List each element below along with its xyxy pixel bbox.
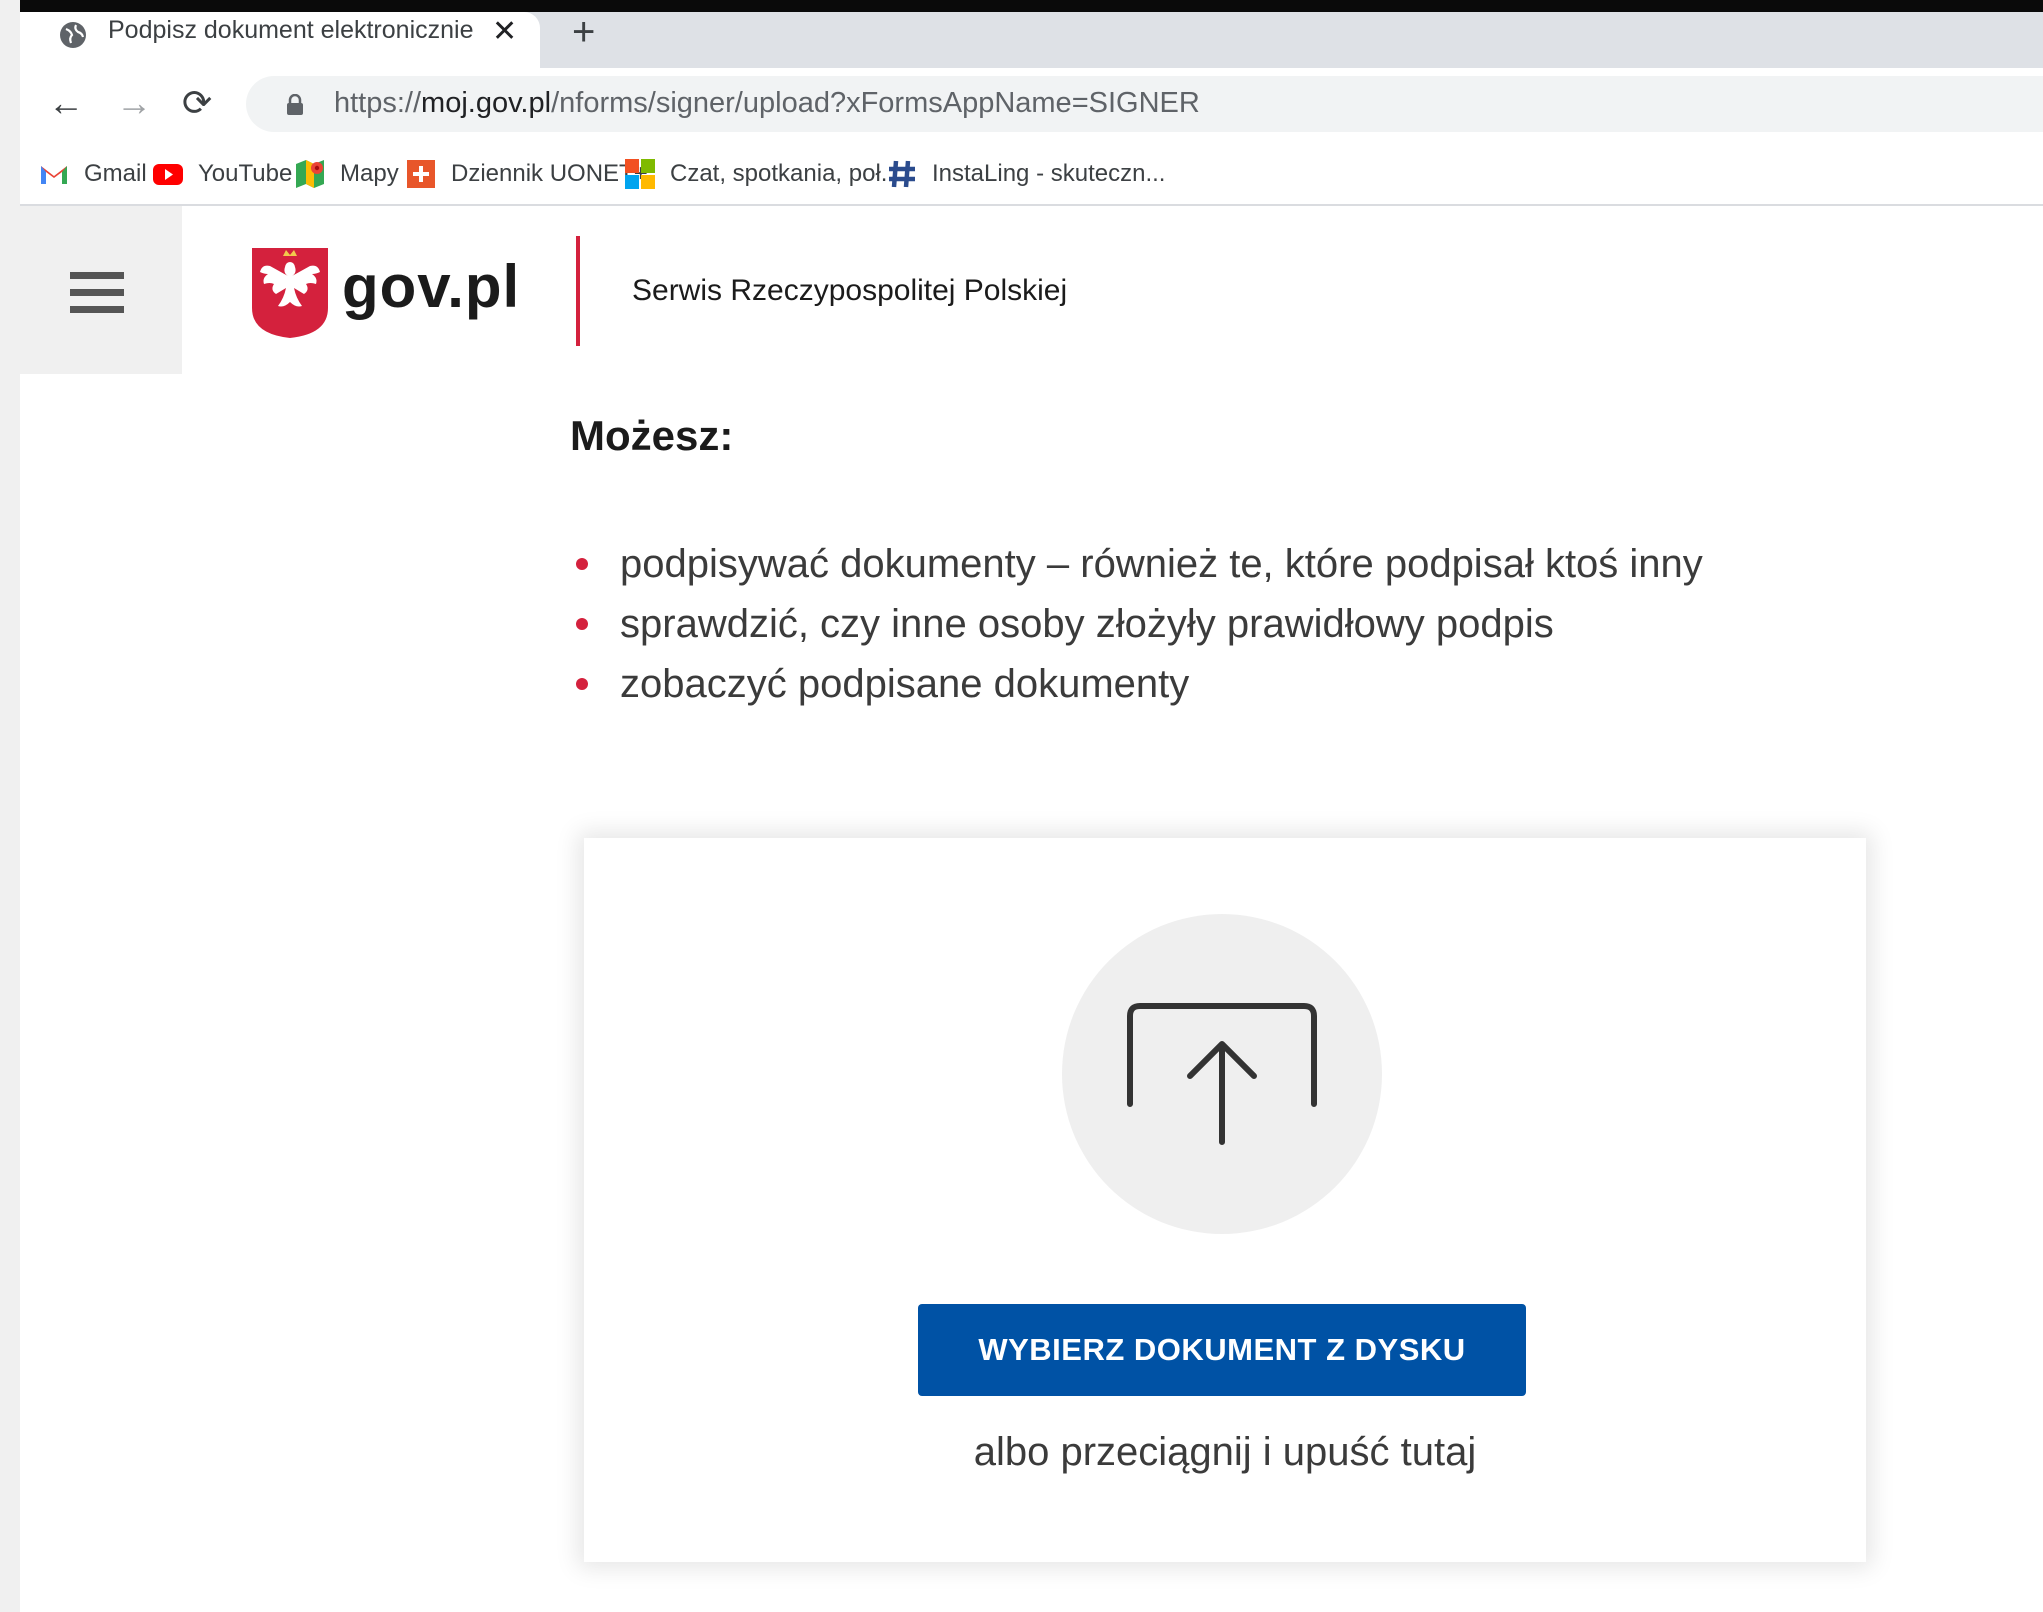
- reload-button[interactable]: ⟳: [182, 82, 212, 124]
- url-scheme: https://: [334, 87, 422, 119]
- choose-document-button[interactable]: WYBIERZ DOKUMENT Z DYSKU: [918, 1304, 1526, 1396]
- site-header: gov.pl Serwis Rzeczypospolitej Polskiej: [20, 206, 2043, 376]
- bookmark-label: YouTube: [198, 160, 293, 187]
- bullet-icon: [576, 678, 588, 690]
- gmail-icon: [41, 166, 67, 184]
- tab-title: Podpisz dokument elektronicznie: [108, 16, 474, 44]
- bullet-icon: [576, 558, 588, 570]
- bookmark-gmail[interactable]: Gmail: [38, 156, 147, 192]
- bookmark-instaling[interactable]: InstaLing - skuteczn...: [886, 156, 1165, 192]
- globe-icon: [60, 22, 86, 48]
- bookmark-label: Dziennik UONET+: [451, 160, 648, 187]
- bookmark-youtube[interactable]: YouTube: [152, 156, 292, 192]
- upload-dropzone[interactable]: WYBIERZ DOKUMENT Z DYSKU albo przeciągni…: [584, 838, 1866, 1562]
- youtube-icon: [153, 164, 183, 185]
- menu-button[interactable]: [20, 206, 182, 374]
- feature-text: sprawdzić, czy inne osoby złożyły prawid…: [620, 602, 1554, 646]
- hamburger-icon: [70, 272, 124, 323]
- govpl-logo-text[interactable]: gov.pl: [342, 252, 520, 321]
- drop-hint: albo przeciągnij i upuść tutaj: [973, 1430, 1477, 1474]
- polish-eagle-emblem-icon[interactable]: [250, 246, 330, 340]
- forward-button[interactable]: →: [116, 82, 152, 124]
- maps-icon: [296, 160, 324, 188]
- list-item: zobaczyć podpisane dokumenty: [570, 654, 1703, 714]
- instaling-icon: [889, 160, 915, 188]
- new-tab-button[interactable]: +: [572, 12, 595, 55]
- bullet-icon: [576, 618, 588, 630]
- bookmark-label: InstaLing - skuteczn...: [932, 160, 1166, 187]
- bookmark-label: Czat, spotkania, poł...: [670, 160, 901, 187]
- lock-icon: [287, 94, 303, 115]
- upload-icon-circle: [1062, 914, 1382, 1234]
- bookmark-czat[interactable]: Czat, spotkania, poł...: [624, 156, 901, 192]
- microsoft-icon: [625, 159, 655, 189]
- window-frame-top: [0, 0, 2043, 12]
- list-item: sprawdzić, czy inne osoby złożyły prawid…: [570, 594, 1703, 654]
- bookmark-uonet[interactable]: Dziennik UONET+: [405, 156, 648, 192]
- window-frame-left: [0, 0, 20, 1612]
- feature-text: zobaczyć podpisane dokumenty: [620, 662, 1190, 706]
- header-divider: [576, 236, 580, 346]
- url-path: /nforms/signer/upload?xFormsAppName=SIGN…: [551, 87, 1200, 119]
- back-button[interactable]: ←: [48, 82, 84, 124]
- service-name: Serwis Rzeczypospolitej Polskiej: [632, 274, 1068, 307]
- tab-active[interactable]: Podpisz dokument elektronicznie ✕: [20, 12, 540, 68]
- bookmarks-bar: Gmail YouTube Mapy Dziennik UONET+ Czat,…: [20, 144, 2043, 206]
- list-item: podpisywać dokumenty – również te, które…: [570, 534, 1703, 594]
- url-host: moj.gov.pl: [421, 87, 552, 119]
- tab-strip: Podpisz dokument elektronicznie ✕ +: [20, 12, 2043, 68]
- feature-list: podpisywać dokumenty – również te, które…: [570, 534, 1703, 714]
- url-text: https://moj.gov.pl/nforms/signer/upload?…: [334, 87, 1200, 120]
- bookmark-label: Gmail: [84, 160, 147, 187]
- upload-icon: [1127, 1003, 1317, 1145]
- uonet-icon: [407, 160, 435, 188]
- bookmark-mapy[interactable]: Mapy: [294, 156, 399, 192]
- page-heading: Możesz:: [570, 412, 734, 459]
- feature-text: podpisywać dokumenty – również te, które…: [620, 542, 1703, 586]
- address-bar[interactable]: https://moj.gov.pl/nforms/signer/upload?…: [246, 76, 2043, 132]
- bookmark-label: Mapy: [340, 160, 399, 187]
- close-tab-icon[interactable]: ✕: [492, 14, 517, 49]
- main-content: Możesz: podpisywać dokumenty – również t…: [20, 374, 2043, 1612]
- browser-toolbar: ← → ⟳ https://moj.gov.pl/nforms/signer/u…: [20, 68, 2043, 144]
- browser-window: Podpisz dokument elektronicznie ✕ + ← → …: [20, 12, 2043, 1612]
